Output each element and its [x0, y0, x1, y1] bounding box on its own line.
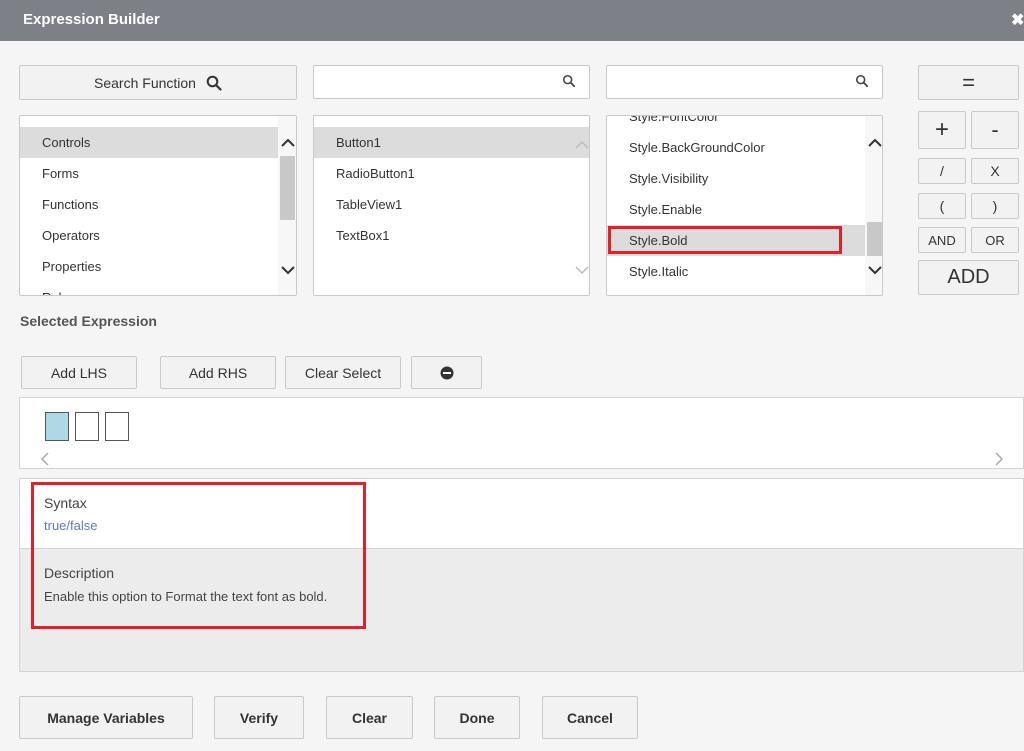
- add-rhs-button[interactable]: Add RHS: [160, 356, 276, 389]
- expression-slot[interactable]: [75, 412, 99, 441]
- add-button[interactable]: ADD: [918, 260, 1019, 295]
- controls-search-field[interactable]: [313, 65, 590, 99]
- remove-button[interactable]: [411, 356, 482, 389]
- close-icon[interactable]: ✖: [1011, 10, 1024, 30]
- highlight-box: [31, 482, 366, 629]
- expression-slot[interactable]: [105, 412, 129, 441]
- list-item[interactable]: Rules: [20, 282, 278, 295]
- list-item[interactable]: RadioButton1: [314, 158, 572, 189]
- chevron-down-icon[interactable]: [572, 260, 589, 280]
- list-item[interactable]: Properties: [20, 251, 278, 282]
- list-item[interactable]: Style.Visibility: [607, 163, 865, 194]
- search-function-label: Search Function: [94, 74, 196, 91]
- search-icon: [855, 74, 869, 88]
- list-item[interactable]: Style.BackGroundColor: [607, 132, 865, 163]
- list-item[interactable]: Style.Enable: [607, 194, 865, 225]
- category-list[interactable]: Controls Forms Functions Operators Prope…: [19, 115, 297, 296]
- expression-slot[interactable]: [45, 412, 69, 441]
- or-button[interactable]: OR: [971, 227, 1019, 253]
- chevron-up-icon[interactable]: [865, 132, 882, 152]
- controls-list[interactable]: Button1 RadioButton1 TableView1 TextBox1: [313, 115, 590, 296]
- manage-variables-button[interactable]: Manage Variables: [19, 696, 193, 739]
- minus-circle-icon: [440, 366, 453, 379]
- window-title: Expression Builder: [23, 11, 160, 28]
- title-bar: Expression Builder ✖: [0, 0, 1024, 41]
- selected-expression-label: Selected Expression: [20, 313, 157, 329]
- list-item[interactable]: Forms: [20, 158, 278, 189]
- list-item[interactable]: TableView1: [314, 189, 572, 220]
- list-item[interactable]: TextBox1: [314, 220, 572, 251]
- properties-search-field[interactable]: [606, 65, 883, 99]
- list-item[interactable]: Functions: [20, 189, 278, 220]
- chevron-right-icon[interactable]: [994, 452, 1004, 466]
- list-item[interactable]: Operators: [20, 220, 278, 251]
- close-paren-button[interactable]: ): [971, 193, 1019, 219]
- category-scrollbar[interactable]: [278, 116, 296, 295]
- open-paren-button[interactable]: (: [918, 193, 966, 219]
- expression-area[interactable]: [19, 397, 1024, 469]
- list-item[interactable]: Button1: [314, 127, 589, 158]
- clear-select-button[interactable]: Clear Select: [285, 356, 401, 389]
- multiply-button[interactable]: X: [971, 158, 1019, 184]
- highlight-box: [608, 226, 842, 254]
- divide-button[interactable]: /: [918, 158, 966, 184]
- properties-scrollbar[interactable]: [865, 116, 882, 295]
- list-item[interactable]: Style.Italic: [607, 256, 865, 287]
- controls-search-input[interactable]: [314, 66, 544, 96]
- chevron-up-icon[interactable]: [572, 134, 589, 154]
- scrollbar-thumb[interactable]: [867, 222, 882, 256]
- controls-scrollbar[interactable]: [572, 116, 589, 295]
- list-item[interactable]: Style.FontColor: [607, 116, 865, 132]
- verify-button[interactable]: Verify: [214, 696, 304, 739]
- plus-button[interactable]: +: [918, 111, 966, 149]
- list-item[interactable]: Controls: [20, 127, 278, 158]
- search-function-button[interactable]: Search Function: [19, 65, 297, 100]
- properties-list[interactable]: Style.FontColor Style.BackGroundColor St…: [606, 115, 883, 296]
- add-lhs-button[interactable]: Add LHS: [21, 356, 137, 389]
- clear-button[interactable]: Clear: [326, 696, 413, 739]
- chevron-down-icon[interactable]: [278, 260, 296, 280]
- and-button[interactable]: AND: [918, 227, 966, 253]
- properties-search-input[interactable]: [607, 66, 837, 96]
- done-button[interactable]: Done: [434, 696, 520, 739]
- chevron-down-icon[interactable]: [865, 260, 882, 280]
- chevron-up-icon[interactable]: [278, 132, 296, 152]
- equals-button[interactable]: =: [918, 65, 1019, 100]
- minus-button[interactable]: -: [971, 111, 1019, 149]
- search-icon: [562, 74, 576, 88]
- chevron-left-icon[interactable]: [40, 452, 50, 466]
- scrollbar-thumb[interactable]: [280, 156, 295, 220]
- cancel-button[interactable]: Cancel: [542, 696, 638, 739]
- search-icon: [206, 75, 222, 91]
